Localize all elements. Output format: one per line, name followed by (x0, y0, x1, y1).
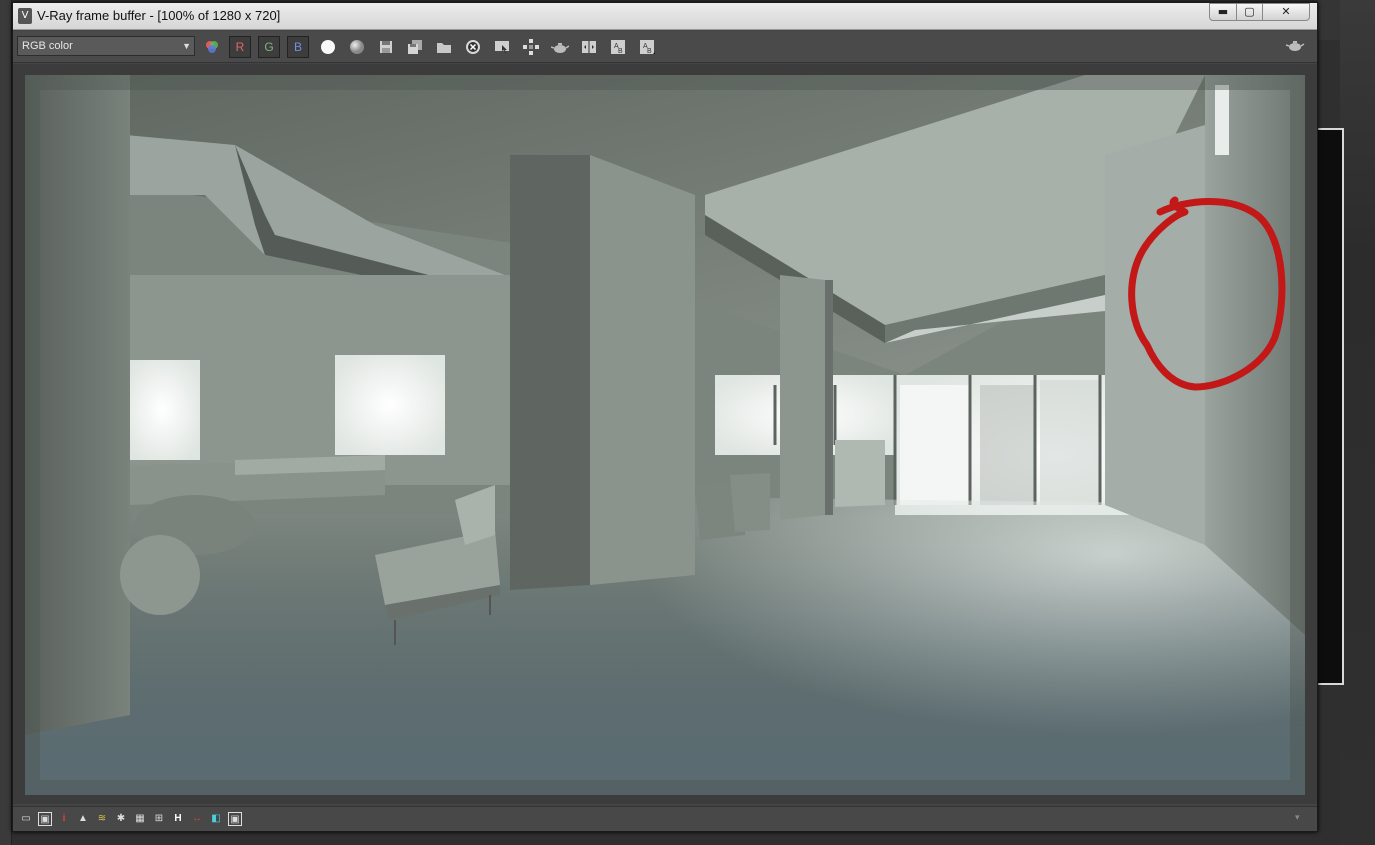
maximize-button[interactable]: ▢ (1236, 3, 1263, 21)
track-mouse-icon[interactable] (491, 36, 513, 58)
channel-select-value: RGB color (22, 40, 73, 52)
show-corrections-icon[interactable]: ▭ (19, 812, 33, 826)
history-a-icon[interactable]: AB (607, 36, 629, 58)
lut-icon[interactable]: ▣ (38, 812, 52, 826)
srgb-icon[interactable]: ▣ (228, 812, 242, 826)
chevron-down-icon: ▼ (182, 41, 191, 51)
load-image-icon[interactable] (433, 36, 455, 58)
green-channel-toggle[interactable]: G (258, 36, 280, 58)
compare-ab-icon[interactable] (578, 36, 600, 58)
levels-icon[interactable]: ▦ (133, 812, 147, 826)
toolbar: RGB color ▼ R G B A B A B (13, 31, 1317, 63)
save-all-icon[interactable] (404, 36, 426, 58)
bloom-icon[interactable]: ⊞ (152, 812, 166, 826)
svg-text:B: B (618, 48, 623, 55)
histogram-icon[interactable]: ▲ (76, 812, 90, 826)
save-image-icon[interactable] (375, 36, 397, 58)
minimize-button[interactable]: ▬ (1209, 3, 1237, 21)
background-left-panel (0, 0, 12, 845)
rendered-image (25, 75, 1305, 795)
red-channel-toggle[interactable]: R (229, 36, 251, 58)
ocio-icon[interactable]: ◧ (209, 812, 223, 826)
window-title: V-Ray frame buffer - [100% of 1280 x 720… (37, 8, 281, 23)
status-bar: ▭ ▣ i ▲ ≋ ✱ ▦ ⊞ H ↔ ◧ ▣ ▾ (13, 806, 1317, 831)
svg-text:B: B (647, 48, 652, 55)
curves-icon[interactable]: ≋ (95, 812, 109, 826)
clear-image-icon[interactable] (462, 36, 484, 58)
channel-select[interactable]: RGB color ▼ (17, 36, 195, 56)
exposure-icon[interactable]: ✱ (114, 812, 128, 826)
expand-icon[interactable]: ▾ (1295, 813, 1300, 823)
history-b-icon[interactable]: AB (636, 36, 658, 58)
info-icon[interactable]: i (57, 812, 71, 826)
white-circle-icon[interactable] (317, 36, 339, 58)
close-button[interactable]: ✕ (1262, 3, 1310, 21)
vray-frame-buffer-window: V V-Ray frame buffer - [100% of 1280 x 7… (12, 2, 1318, 832)
color-channels-icon[interactable] (201, 36, 223, 58)
white-balance-icon[interactable]: ↔ (190, 812, 204, 826)
region-render-icon[interactable] (520, 36, 542, 58)
gray-circle-icon[interactable] (346, 36, 368, 58)
teapot-icon[interactable] (1285, 38, 1305, 56)
image-viewport[interactable] (13, 64, 1317, 804)
vray-icon: V (18, 8, 32, 24)
background-right-area (1340, 0, 1375, 845)
title-bar[interactable]: V V-Ray frame buffer - [100% of 1280 x 7… (13, 3, 1317, 30)
render-last-icon[interactable] (549, 36, 571, 58)
hsv-icon[interactable]: H (171, 812, 185, 826)
blue-channel-toggle[interactable]: B (287, 36, 309, 58)
rendered-interior-scene (25, 75, 1305, 795)
background-right-panel (1318, 128, 1344, 685)
